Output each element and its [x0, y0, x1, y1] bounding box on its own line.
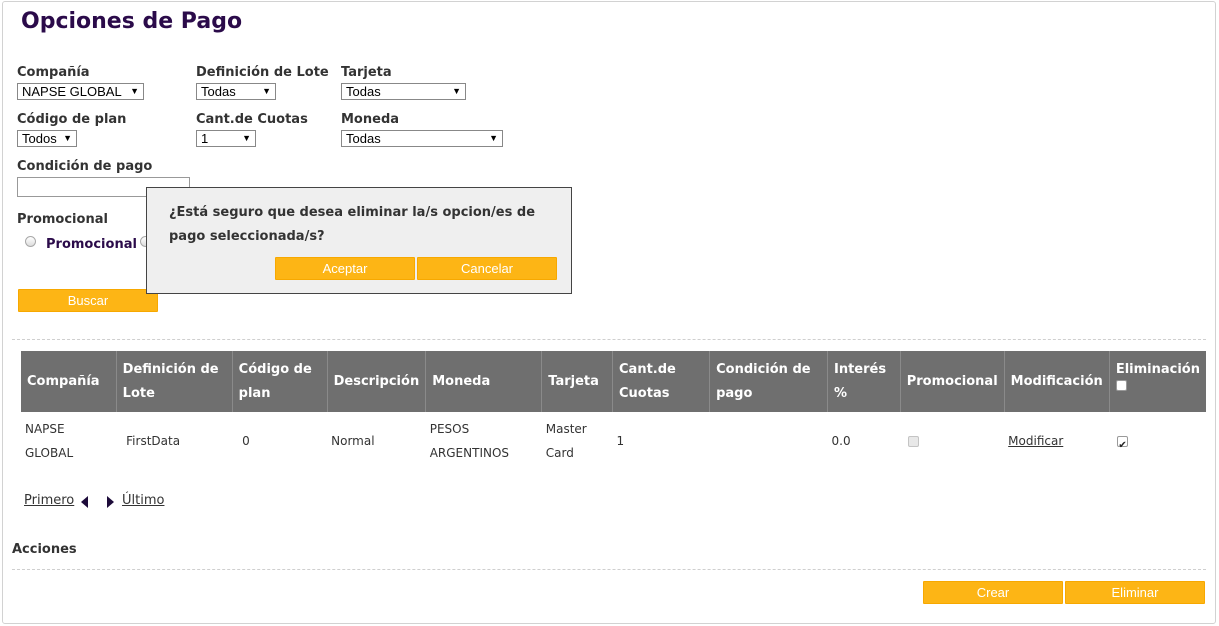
chevron-down-icon: ▼	[262, 86, 271, 96]
cell-interes: 0.0	[831, 433, 851, 448]
col-promocional: Promocional	[899, 351, 1005, 412]
definicion-lote-select-value: Todas	[201, 84, 236, 99]
cant-cuotas-label: Cant.de Cuotas	[196, 112, 308, 127]
cell-descripcion: Normal	[331, 433, 375, 448]
definicion-lote-label: Definición de Lote	[196, 65, 329, 80]
page-title: Opciones de Pago	[21, 9, 243, 34]
promocional-checkbox	[908, 435, 920, 447]
col-eliminacion: Eliminación	[1108, 351, 1206, 412]
cell-compania: NAPSE GLOBAL	[25, 421, 74, 460]
create-button[interactable]: Crear	[923, 581, 1063, 604]
table-header-row: Compañía Definición de Lote Código de pl…	[21, 351, 1206, 412]
col-interes: Interés %	[827, 351, 901, 412]
col-modificacion: Modificación	[1003, 351, 1110, 412]
eliminacion-checkbox[interactable]	[1117, 434, 1129, 458]
table-row: NAPSE GLOBAL FirstData 0 Normal PESOS AR…	[21, 412, 1206, 469]
cant-cuotas-select-value: 1	[201, 131, 209, 146]
chevron-down-icon: ▼	[63, 133, 72, 143]
col-codigo-plan: Código de plan	[231, 351, 328, 412]
compania-select[interactable]: NAPSE GLOBAL ▼	[17, 83, 144, 100]
tarjeta-label: Tarjeta	[341, 65, 392, 80]
moneda-select-value: Todas	[346, 131, 381, 146]
cancel-button[interactable]: Cancelar	[417, 257, 557, 280]
promocional-radio-label: Promocional	[46, 237, 137, 252]
col-definicion-lote: Definición de Lote	[115, 351, 233, 412]
tarjeta-select[interactable]: Todas ▼	[341, 83, 466, 100]
promocional-label: Promocional	[17, 212, 108, 227]
results-table: Compañía Definición de Lote Código de pl…	[21, 351, 1206, 469]
chevron-down-icon: ▼	[242, 133, 251, 143]
page-frame	[2, 1, 1216, 624]
confirm-dialog: ¿Está seguro que desea eliminar la/s opc…	[146, 187, 572, 294]
cell-codigo-plan: 0	[242, 433, 250, 448]
compania-select-value: NAPSE GLOBAL	[22, 84, 122, 99]
codigo-plan-label: Código de plan	[17, 112, 127, 127]
col-compania: Compañía	[21, 351, 117, 412]
divider	[12, 339, 1206, 340]
cell-eliminacion	[1109, 412, 1206, 469]
select-all-checkbox[interactable]	[1115, 379, 1127, 391]
cell-promocional	[900, 412, 1004, 469]
cell-cant-cuotas: 1	[616, 433, 625, 448]
delete-button[interactable]: Eliminar	[1065, 581, 1205, 604]
codigo-plan-select[interactable]: Todos ▼	[17, 130, 77, 147]
promocional-radio[interactable]	[25, 236, 36, 247]
cell-modificacion: Modificar	[1004, 412, 1109, 469]
chevron-down-icon: ▼	[489, 133, 498, 143]
last-page-link[interactable]: Último	[122, 493, 164, 508]
cell-condicion-pago	[710, 412, 828, 469]
definicion-lote-select[interactable]: Todas ▼	[196, 83, 276, 100]
actions-label: Acciones	[12, 542, 77, 557]
search-button[interactable]: Buscar	[18, 289, 158, 312]
divider	[12, 569, 1206, 570]
tarjeta-select-value: Todas	[346, 84, 381, 99]
compania-label: Compañía	[17, 65, 90, 80]
previous-page-icon[interactable]	[81, 496, 88, 508]
condicion-pago-label: Condición de pago	[17, 159, 153, 174]
moneda-select[interactable]: Todas ▼	[341, 130, 503, 147]
moneda-label: Moneda	[341, 112, 400, 127]
next-page-icon[interactable]	[107, 496, 114, 508]
col-condicion-pago: Condición de pago	[709, 351, 828, 412]
chevron-down-icon: ▼	[130, 86, 139, 96]
col-descripcion: Descripción	[326, 351, 426, 412]
cell-definicion-lote: FirstData	[126, 433, 181, 448]
cant-cuotas-select[interactable]: 1 ▼	[196, 130, 256, 147]
confirm-dialog-message: ¿Está seguro que desea eliminar la/s opc…	[169, 205, 536, 244]
cell-tarjeta: Master Card	[545, 421, 587, 460]
chevron-down-icon: ▼	[452, 86, 461, 96]
cell-moneda: PESOS ARGENTINOS	[429, 421, 510, 460]
modificar-link[interactable]: Modificar	[1008, 434, 1063, 448]
accept-button[interactable]: Aceptar	[275, 257, 415, 280]
col-eliminacion-label: Eliminación	[1115, 361, 1200, 377]
col-tarjeta: Tarjeta	[541, 351, 613, 412]
col-moneda: Moneda	[425, 351, 542, 412]
first-page-link[interactable]: Primero	[24, 493, 74, 508]
col-cant-cuotas: Cant.de Cuotas	[611, 351, 710, 412]
codigo-plan-select-value: Todos	[22, 131, 57, 146]
